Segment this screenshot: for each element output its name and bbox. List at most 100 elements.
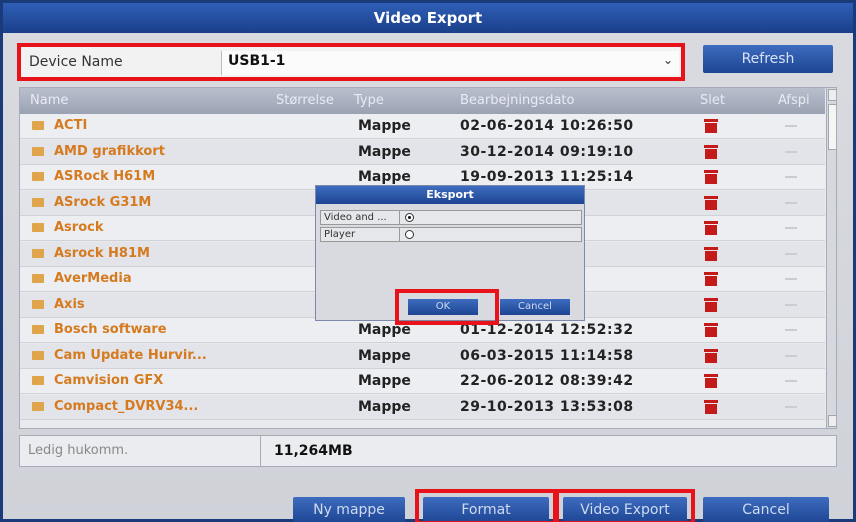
file-date: 30-12-2014 09:19:10 [460,143,634,160]
divider [399,211,400,224]
file-name: Bosch software [54,322,167,337]
folder-icon [32,274,44,283]
folder-icon [32,197,44,207]
table-header: Name Størrelse Type Bearbejningsdato Sle… [20,88,825,114]
free-memory-value: 11,264MB [274,443,353,459]
trash-icon[interactable] [704,348,718,363]
divider [260,436,261,466]
device-name-label: Device Name [29,54,123,70]
trash-icon[interactable] [704,119,718,133]
folder-icon [32,172,44,181]
table-row[interactable]: ACTI Mappe 02-06-2014 10:26:50 [20,114,825,139]
file-date: 06-03-2015 11:14:58 [460,347,634,364]
chevron-down-icon[interactable]: ⌄ [663,53,673,67]
file-name: Asrock H81M [54,245,150,261]
scroll-up-arrow[interactable] [828,89,836,101]
radio-unselected-icon[interactable] [405,230,414,239]
file-name: ASrock G31M [54,194,152,210]
option-label: Player [324,229,356,240]
trash-icon[interactable] [704,297,718,312]
folder-icon [32,146,44,156]
folder-icon [32,350,44,360]
cancel-button[interactable]: Cancel [703,497,829,522]
folder-icon [32,223,44,232]
trash-icon[interactable] [704,221,718,235]
table-row[interactable]: Cam Update Hurvir... Mappe 06-03-2015 11:1… [20,343,825,369]
trash-icon[interactable] [704,323,718,337]
device-value: USB1-1 [228,53,286,69]
radio-selected-icon[interactable] [405,213,414,222]
file-date: 29-10-2013 13:53:08 [460,398,634,415]
trash-icon[interactable] [704,170,718,184]
file-type: Mappe [358,398,411,415]
table-row[interactable]: Compact_DVRV34... Mappe 29-10-2013 13:53:0… [20,394,825,420]
file-name: ASRock H61M [54,169,156,184]
dialog-cancel-button[interactable]: Cancel [500,299,570,315]
free-memory-label: Ledig hukomm. [28,443,129,458]
play-icon[interactable] [785,176,797,178]
file-name: AverMedia [54,271,132,286]
trash-icon[interactable] [704,374,718,388]
file-name: Compact_DVRV34... [54,398,199,414]
trash-icon[interactable] [704,272,718,286]
column-size[interactable]: Størrelse [276,93,334,108]
play-icon[interactable] [785,405,797,408]
file-type: Mappe [358,118,411,134]
refresh-button[interactable]: Refresh [703,45,833,73]
file-name: Axis [54,296,85,312]
play-icon[interactable] [785,201,797,204]
play-icon[interactable] [785,278,797,280]
file-name: ACTI [54,118,88,133]
folder-icon [32,401,44,411]
column-delete: Slet [700,93,725,108]
trash-icon[interactable] [704,195,718,210]
export-option-player[interactable]: Player [320,227,582,242]
play-icon[interactable] [785,252,797,255]
table-row[interactable]: AMD grafikkort Mappe 30-12-2014 09:19:10 [20,139,825,165]
table-row[interactable]: Camvision GFX Mappe 22-06-2012 08:39:42 [20,369,825,394]
file-name: Cam Update Hurvir... [54,347,207,363]
play-icon[interactable] [785,354,797,357]
play-icon[interactable] [785,227,797,229]
divider [399,228,400,241]
video-export-window: Video Export Device Name USB1-1 ⌄ Refres… [0,0,856,522]
video-export-highlight [555,489,695,522]
dialog-title: Eksport [316,186,584,204]
column-type[interactable]: Type [354,93,384,108]
format-highlight [415,489,557,522]
column-play: Afspi [778,93,810,108]
window-title: Video Export [3,3,853,33]
play-icon[interactable] [785,125,797,127]
scroll-thumb[interactable] [828,104,836,150]
scroll-down-arrow[interactable] [828,415,836,427]
free-memory-row: Ledig hukomm. 11,264MB [19,435,837,467]
file-name: Asrock [54,220,104,235]
file-date: 02-06-2014 10:26:50 [460,118,634,134]
file-type: Mappe [358,373,411,389]
trash-icon[interactable] [704,246,718,261]
column-name[interactable]: Name [30,93,68,108]
export-option-video[interactable]: Video and ... [320,210,582,225]
device-select[interactable]: USB1-1 ⌄ [221,51,679,75]
folder-icon [32,376,44,385]
trash-icon[interactable] [704,144,718,159]
file-type: Mappe [358,143,411,160]
file-date: 19-09-2013 11:25:14 [460,169,634,185]
scrollbar[interactable] [826,88,836,428]
folder-icon [32,248,44,258]
play-icon[interactable] [785,329,797,331]
play-icon[interactable] [785,150,797,153]
folder-icon [32,121,44,130]
option-label: Video and ... [324,212,387,223]
device-row: Device Name USB1-1 ⌄ [17,43,685,81]
folder-icon [32,299,44,309]
play-icon[interactable] [785,303,797,306]
column-date[interactable]: Bearbejningsdato [460,93,574,108]
file-type: Mappe [358,169,411,185]
trash-icon[interactable] [704,399,718,414]
new-folder-button[interactable]: Ny mappe [293,497,405,522]
ok-highlight [395,289,499,325]
play-icon[interactable] [785,380,797,382]
file-name: AMD grafikkort [54,143,165,159]
file-date: 22-06-2012 08:39:42 [460,373,634,389]
